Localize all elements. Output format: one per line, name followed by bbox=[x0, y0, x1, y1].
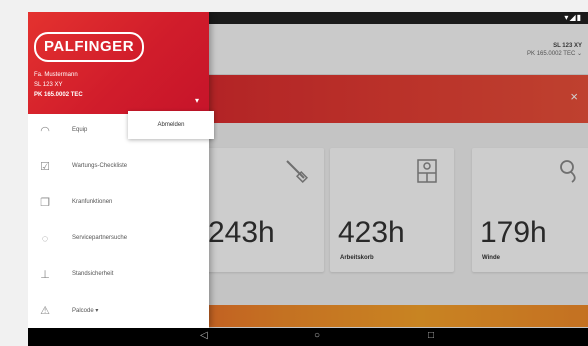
menu-item-palcode[interactable]: ⚠ Palcode ▾ bbox=[28, 296, 209, 326]
copy-icon: ❐ bbox=[40, 197, 50, 209]
menu-item-label: Kranfunktionen bbox=[72, 199, 113, 205]
drawer-scrim[interactable] bbox=[209, 24, 588, 328]
chevron-down-icon[interactable]: ▾ bbox=[195, 96, 199, 105]
menu-item-crane-functions[interactable]: ❐ Kranfunktionen bbox=[28, 188, 209, 218]
account-model: PK 165.0002 TEC bbox=[34, 92, 83, 98]
recent-apps-icon[interactable]: □ bbox=[428, 330, 434, 341]
stability-icon: ⊥ bbox=[40, 269, 50, 281]
account-plate: SL 123 XY bbox=[34, 82, 63, 88]
menu-item-label: Equip bbox=[72, 127, 88, 133]
checklist-icon: ☑ bbox=[40, 161, 50, 173]
menu-item-label: Standsicherheit bbox=[72, 271, 114, 277]
account-name: Fa. Mustermann bbox=[34, 72, 78, 78]
drawer-header: PALFINGER Fa. Mustermann SL 123 XY PK 16… bbox=[28, 12, 209, 114]
tablet-screen: ▾◢▮ SL 123 XY PK 165.0002 TEC ⌄ × 243h 4… bbox=[28, 12, 588, 346]
logout-menu-item[interactable]: Abmelden bbox=[128, 111, 214, 139]
gauge-icon: ◠ bbox=[40, 125, 50, 137]
back-icon[interactable]: ◁ bbox=[200, 330, 208, 341]
status-icons: ▾◢▮ bbox=[564, 13, 582, 22]
menu-item-stability[interactable]: ⊥ Standsicherheit bbox=[28, 260, 209, 290]
palfinger-logo: PALFINGER bbox=[34, 32, 144, 62]
menu-item-label: Servicepartnersuche bbox=[72, 235, 128, 241]
android-nav-bar: ◁ ○ □ bbox=[28, 328, 588, 346]
menu-item-label: Palcode ▾ bbox=[72, 308, 99, 314]
navigation-drawer: PALFINGER Fa. Mustermann SL 123 XY PK 16… bbox=[28, 12, 214, 328]
menu-item-checklist[interactable]: ☑ Wartungs-Checkliste bbox=[28, 152, 209, 182]
account-info: Fa. Mustermann SL 123 XY PK 165.0002 TEC bbox=[34, 70, 83, 100]
menu-item-label: Wartungs-Checkliste bbox=[72, 163, 128, 169]
chat-icon: ◌ bbox=[41, 233, 49, 245]
warning-icon: ⚠ bbox=[40, 305, 50, 317]
menu-item-service-partner[interactable]: ◌ Servicepartnersuche bbox=[28, 224, 209, 254]
home-icon[interactable]: ○ bbox=[314, 330, 320, 341]
